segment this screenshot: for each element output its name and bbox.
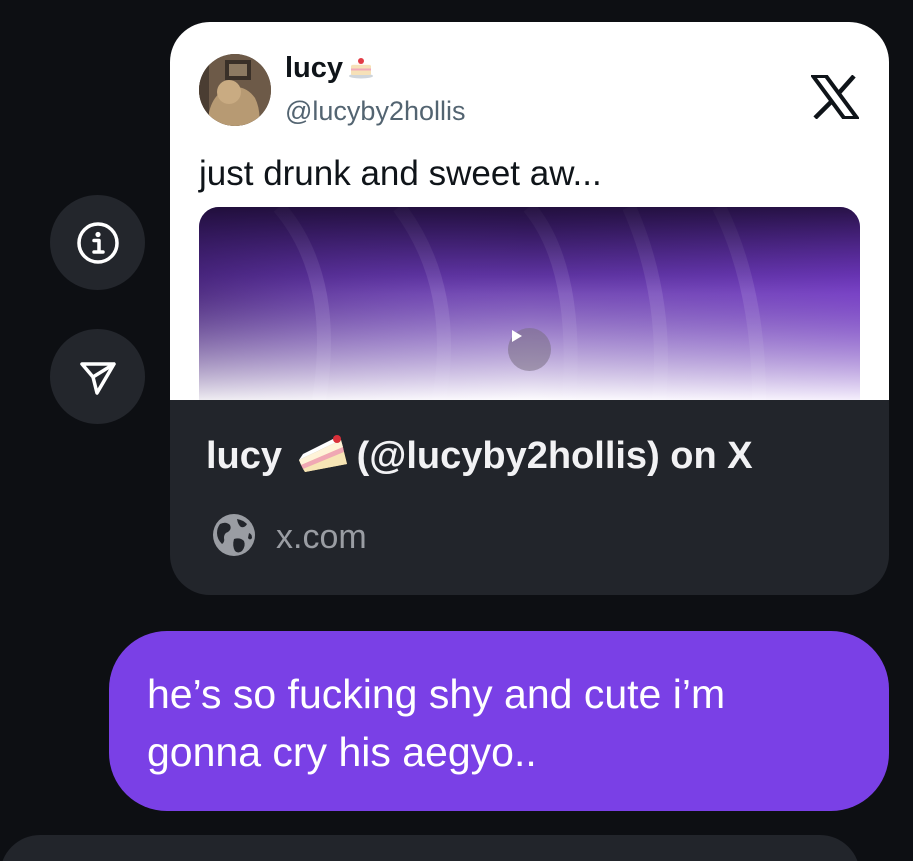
- cake-icon: [297, 434, 351, 486]
- tweet-embed[interactable]: lucy @lucyby2hollis just drunk and sweet…: [170, 22, 889, 400]
- play-icon: [512, 330, 522, 342]
- link-title[interactable]: lucy (@lucyby2hollis) on X: [206, 432, 753, 486]
- link-preview-card[interactable]: lucy @lucyby2hollis just drunk and sweet…: [170, 22, 889, 595]
- avatar[interactable]: [199, 54, 271, 126]
- play-button[interactable]: [508, 328, 551, 371]
- author-name[interactable]: lucy: [285, 50, 375, 89]
- info-button[interactable]: [50, 195, 145, 290]
- link-domain-row[interactable]: x.com: [210, 512, 367, 562]
- next-message-bubble: [0, 835, 860, 861]
- cake-icon: [347, 52, 375, 89]
- tweet-media-video[interactable]: [199, 207, 860, 400]
- message-text: he’s so fucking shy and cute i’m gonna c…: [147, 671, 726, 775]
- author-name-text: lucy: [285, 52, 344, 84]
- link-title-name: lucy: [206, 435, 283, 477]
- info-circle-icon: [76, 221, 120, 265]
- tweet-text: just drunk and sweet aw...: [199, 154, 602, 193]
- share-button[interactable]: [50, 329, 145, 424]
- link-title-rest: (@lucyby2hollis) on X: [356, 435, 753, 477]
- x-logo-icon[interactable]: [809, 74, 861, 120]
- author-handle[interactable]: @lucyby2hollis: [285, 94, 465, 128]
- link-domain: x.com: [276, 518, 367, 556]
- send-icon: [76, 355, 120, 399]
- chat-screen: lucy @lucyby2hollis just drunk and sweet…: [0, 0, 913, 861]
- globe-icon: [210, 511, 258, 564]
- message-bubble[interactable]: he’s so fucking shy and cute i’m gonna c…: [109, 631, 889, 811]
